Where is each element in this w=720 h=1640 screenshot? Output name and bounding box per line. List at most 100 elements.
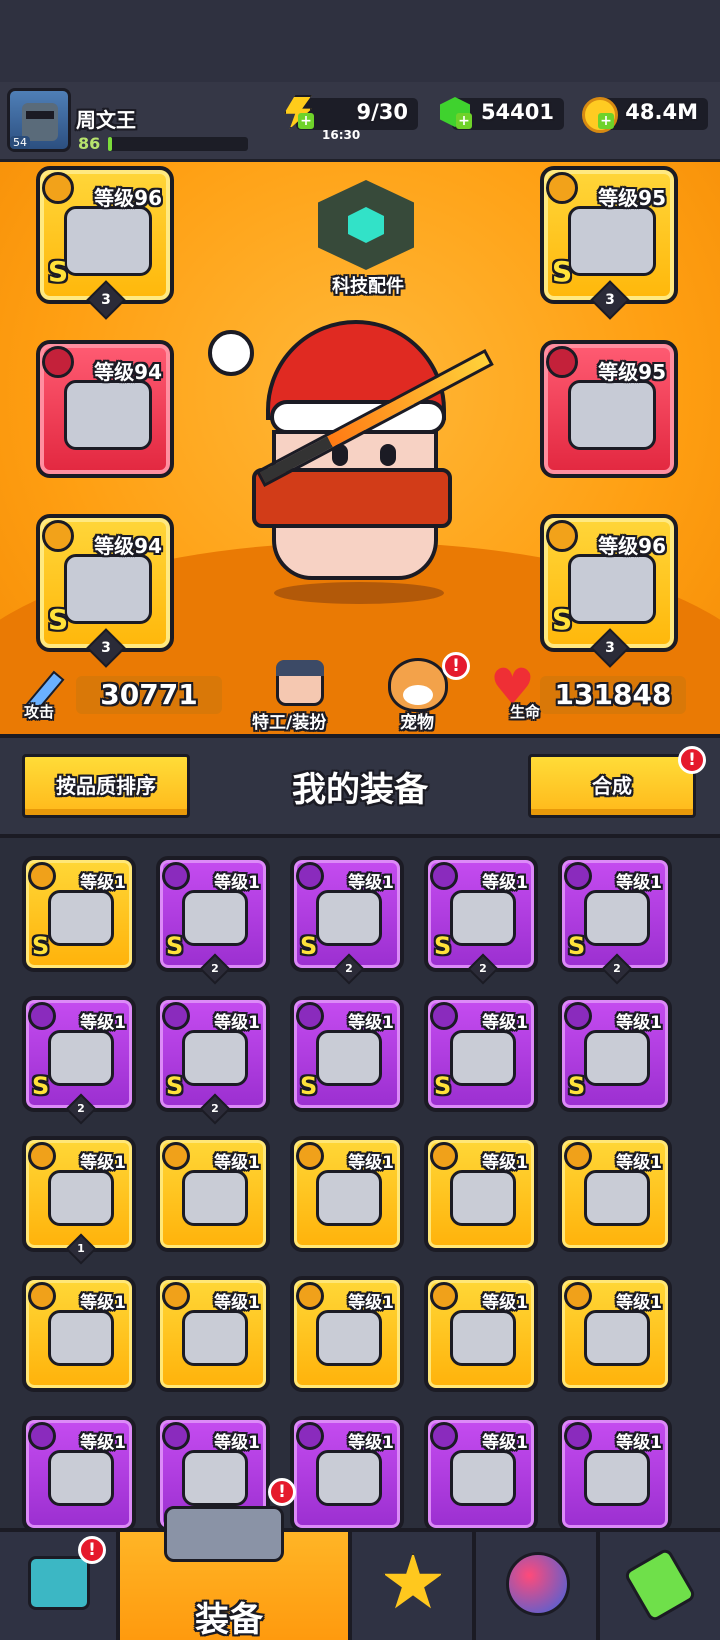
equipment-item[interactable]: 等级1 [558,1276,672,1392]
equipment-art [316,1170,382,1226]
equipment-art [584,1450,650,1506]
equipment-art [48,1310,114,1366]
equipment-item[interactable]: 等级1 S 2 [558,856,672,985]
gun-icon [162,862,190,890]
equipment-item[interactable]: 等级1 [558,1416,672,1528]
hero-slot-boots[interactable]: 等级96 S 3 [540,514,678,668]
shop-icon [28,1556,90,1610]
nav-battle-tab[interactable] [352,1532,476,1640]
item-level: 等级1 [348,1433,394,1453]
item-stars-count: 2 [211,1102,219,1115]
glove-icon [28,1002,56,1030]
item-level: 等级1 [214,1013,260,1033]
item-level: 等级1 [616,1153,662,1173]
equipment-item[interactable]: 等级1 S 2 [156,996,270,1125]
slot-level: 等级94 [94,360,162,384]
equipment-item[interactable]: 等级1 [290,1136,404,1252]
pet-icon[interactable] [388,658,448,712]
equipment-art [584,890,650,946]
player-avatar[interactable]: 54 [7,88,71,152]
item-grade: S [434,1072,452,1100]
equipment-item[interactable]: 等级1 S [558,996,672,1112]
santa-hat-pom [208,330,254,376]
equipment-item[interactable]: 等级1 S [424,996,538,1112]
item-level: 等级1 [348,1013,394,1033]
equipment-item[interactable]: 等级1 1 [22,1136,136,1265]
hero-character [208,320,494,604]
agent-label: 特工/装扮 [252,713,327,733]
hero-slot-necklace[interactable]: 等级94 [36,340,174,478]
revolver-icon [164,1506,284,1562]
item-stars: 2 [199,953,231,985]
hero-slot-belt[interactable]: 等级95 [540,340,678,478]
equipment-art [568,206,656,276]
item-grade: S [166,1072,184,1100]
equipment-art [182,1450,248,1506]
hero-slot-armor[interactable]: 等级95 S 3 [540,166,678,320]
player-level: 86 [78,134,101,153]
item-stars-count: 2 [211,962,219,975]
equipment-art [182,890,248,946]
add-coins-icon[interactable]: + [598,113,614,129]
status-bar [0,0,720,82]
item-grade: S [300,1072,318,1100]
item-stars: 2 [601,953,633,985]
item-level: 等级1 [482,873,528,893]
equipment-item[interactable]: 等级1 S 2 [156,856,270,985]
slot-level: 等级95 [598,186,666,210]
game-screen: { "player": {"name": "周文王", "level": "86… [0,0,720,1640]
equipment-art [584,1310,650,1366]
equipment-item[interactable]: 等级1 [424,1276,538,1392]
boot-icon [162,1002,190,1030]
equipment-grid[interactable]: 等级1 S 等级1 S 2 等级1 S 2 等级1 S 2 等级1 S 2 等级1 S 2 等级1 S 2 等级1 S 等级… [0,838,720,1528]
hero-slot-weapon[interactable]: 等级96 S 3 [36,166,174,320]
nav-equip-label: 装备 [195,1600,263,1640]
equipment-art [450,890,516,946]
slot-stars-count: 3 [605,640,615,656]
equipment-item[interactable]: 等级1 [156,1276,270,1392]
equipment-item[interactable]: 等级1 [290,1416,404,1528]
gun-icon [28,1142,56,1170]
avatar-level: 54 [10,136,30,149]
shirt-icon [430,1142,458,1170]
necklace-icon [430,862,458,890]
item-level: 等级1 [214,873,260,893]
item-stars: 1 [65,1233,97,1265]
equipment-art [182,1310,248,1366]
equipment-item[interactable]: 等级1 [424,1416,538,1528]
equipment-item[interactable]: 等级1 [156,1136,270,1252]
shirt-icon [296,862,324,890]
nav-world-tab[interactable] [476,1532,600,1640]
hero-slot-glove[interactable]: 等级94 S 3 [36,514,174,668]
equipment-item[interactable]: 等级1 S 2 [290,856,404,985]
energy-timer: 16:30 [322,128,361,142]
equipment-item[interactable]: 等级1 [558,1136,672,1252]
slot-level: 等级94 [94,534,162,558]
equipment-item[interactable]: 等级1 S 2 [424,856,538,985]
item-level: 等级1 [80,873,126,893]
player-name: 周文王 [76,108,136,132]
equipment-art [48,890,114,946]
equipment-item[interactable]: 等级1 S 2 [22,996,136,1125]
belt-icon [430,1422,458,1450]
equipment-item[interactable]: 等级1 [290,1276,404,1392]
xp-bar-fill [108,137,113,151]
merge-button[interactable]: 合成 [528,754,696,818]
shirt-icon [296,1142,324,1170]
slot-level: 等级96 [94,186,162,210]
nav-evolve-tab[interactable] [600,1532,720,1640]
heart-icon: 生命 [490,658,540,721]
equipment-item[interactable]: 等级1 [22,1416,136,1528]
add-energy-icon[interactable]: + [298,113,314,129]
equipment-art [316,1310,382,1366]
equipment-item[interactable]: 等级1 [424,1136,538,1252]
equipment-art [450,1450,516,1506]
item-stars-count: 2 [77,1102,85,1115]
add-gems-icon[interactable]: + [456,113,472,129]
equipment-item[interactable]: 等级1 [22,1276,136,1392]
equipment-item[interactable]: 等级1 S [22,856,136,972]
equipment-item[interactable]: 等级1 S [290,996,404,1112]
item-stars-count: 2 [479,962,487,975]
necklace-icon [42,346,74,378]
character-shadow [274,582,444,604]
